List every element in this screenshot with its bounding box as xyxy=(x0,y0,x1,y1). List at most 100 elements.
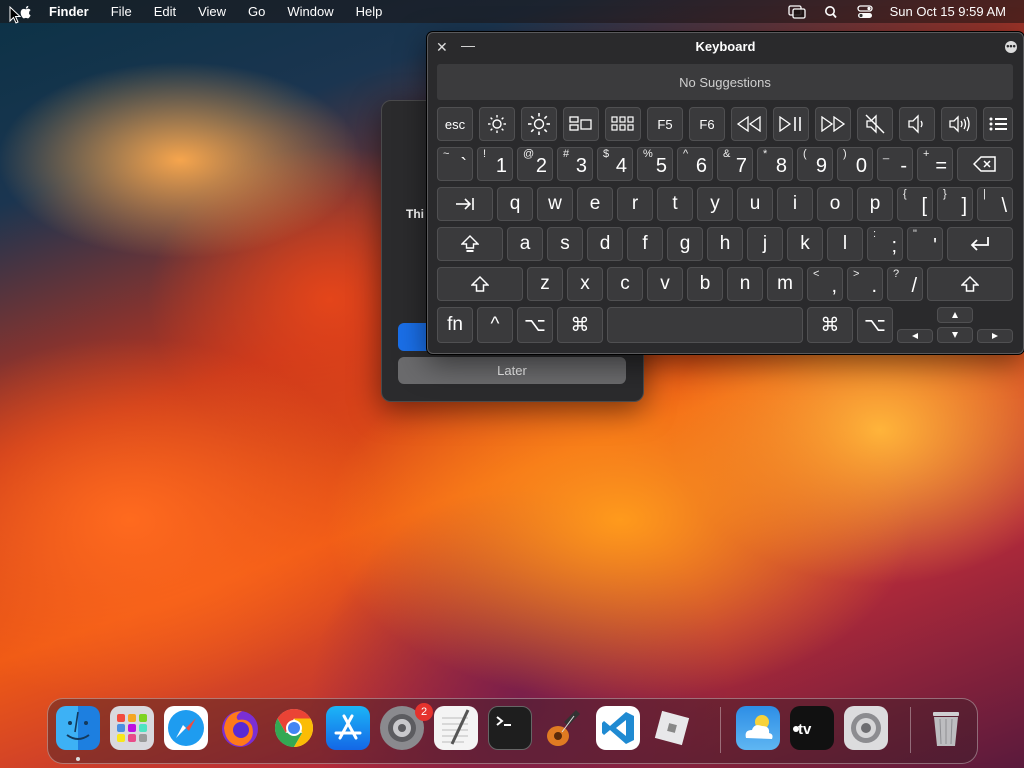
chrome-icon[interactable] xyxy=(272,706,316,750)
key-left-option[interactable]: ⌥ xyxy=(517,307,553,343)
key-fn[interactable]: fn xyxy=(437,307,473,343)
key-a[interactable]: a xyxy=(507,227,543,261)
menu-help[interactable]: Help xyxy=(345,4,394,19)
firefox-icon[interactable] xyxy=(218,706,262,750)
key-o[interactable]: o xyxy=(817,187,853,221)
key-d[interactable]: d xyxy=(587,227,623,261)
key-v[interactable]: v xyxy=(647,267,683,301)
menu-go[interactable]: Go xyxy=(237,4,276,19)
terminal-icon[interactable] xyxy=(488,706,532,750)
later-button[interactable]: Later xyxy=(398,357,626,384)
menu-clock[interactable]: Sun Oct 15 9:59 AM xyxy=(890,4,1006,19)
control-center-icon[interactable] xyxy=(856,4,874,19)
mute-icon[interactable] xyxy=(857,107,893,141)
key-f5[interactable]: F5 xyxy=(647,107,683,141)
launchpad-app-icon[interactable] xyxy=(110,706,154,750)
key-minus[interactable]: _ - xyxy=(877,147,913,181)
key-s[interactable]: s xyxy=(547,227,583,261)
key-f6[interactable]: F6 xyxy=(689,107,725,141)
caps-lock-key-icon[interactable] xyxy=(437,227,503,261)
launchpad-icon[interactable] xyxy=(605,107,641,141)
menu-view[interactable]: View xyxy=(187,4,237,19)
delete-key-icon[interactable] xyxy=(957,147,1013,181)
rewind-icon[interactable] xyxy=(731,107,767,141)
key-t[interactable]: t xyxy=(657,187,693,221)
volume-down-icon[interactable] xyxy=(899,107,935,141)
safari-icon[interactable] xyxy=(164,706,208,750)
key-5[interactable]: % 5 xyxy=(637,147,673,181)
apple-tv-icon[interactable]: tv xyxy=(790,706,834,750)
key-e[interactable]: e xyxy=(577,187,613,221)
key-p[interactable]: p xyxy=(857,187,893,221)
left-shift-key-icon[interactable] xyxy=(437,267,523,301)
key-9[interactable]: (9 xyxy=(797,147,833,181)
key-slash[interactable]: ? / xyxy=(887,267,923,301)
key-l[interactable]: l xyxy=(827,227,863,261)
key-right-option[interactable]: ⌥ xyxy=(857,307,893,343)
arrow-right-icon[interactable] xyxy=(977,329,1013,343)
key-g[interactable]: g xyxy=(667,227,703,261)
key-right-command[interactable]: ⌘ xyxy=(807,307,853,343)
roblox-icon[interactable] xyxy=(650,706,694,750)
key-left-command[interactable]: ⌘ xyxy=(557,307,603,343)
key-j[interactable]: j xyxy=(747,227,783,261)
key-control[interactable]: ^ xyxy=(477,307,513,343)
finder-icon[interactable] xyxy=(56,706,100,750)
key-6[interactable]: ^ 6 xyxy=(677,147,713,181)
key-7[interactable]: & 7 xyxy=(717,147,753,181)
arrow-down-icon[interactable] xyxy=(937,327,973,343)
key-m[interactable]: m xyxy=(767,267,803,301)
key-8[interactable]: * 8 xyxy=(757,147,793,181)
menu-file[interactable]: File xyxy=(100,4,143,19)
arrow-up-icon[interactable] xyxy=(937,307,973,323)
key-left-bracket[interactable]: {[ xyxy=(897,187,933,221)
key-b[interactable]: b xyxy=(687,267,723,301)
play-pause-icon[interactable] xyxy=(773,107,809,141)
key-k[interactable]: k xyxy=(787,227,823,261)
arrow-left-icon[interactable] xyxy=(897,329,933,343)
list-icon[interactable] xyxy=(983,107,1013,141)
key-equals[interactable]: + = xyxy=(917,147,953,181)
key-x[interactable]: x xyxy=(567,267,603,301)
key-h[interactable]: h xyxy=(707,227,743,261)
key-semicolon[interactable]: :; xyxy=(867,227,903,261)
garageband-icon[interactable] xyxy=(542,706,586,750)
spotlight-search-icon[interactable] xyxy=(822,5,840,19)
textedit-icon[interactable] xyxy=(434,706,478,750)
key-backslash[interactable]: | \ xyxy=(977,187,1013,221)
volume-up-icon[interactable] xyxy=(941,107,977,141)
options-menu-icon[interactable]: ••• xyxy=(1005,41,1017,53)
fast-forward-icon[interactable] xyxy=(815,107,851,141)
brightness-up-icon[interactable] xyxy=(521,107,557,141)
key-period[interactable]: >. xyxy=(847,267,883,301)
brightness-down-icon[interactable] xyxy=(479,107,515,141)
key-esc[interactable]: esc xyxy=(437,107,473,141)
key-n[interactable]: n xyxy=(727,267,763,301)
right-shift-key-icon[interactable] xyxy=(927,267,1013,301)
key-backtick[interactable]: ~ ` xyxy=(437,147,473,181)
key-0[interactable]: ) 0 xyxy=(837,147,873,181)
key-3[interactable]: #3 xyxy=(557,147,593,181)
key-w[interactable]: w xyxy=(537,187,573,221)
screen-mirroring-icon[interactable] xyxy=(787,4,806,19)
system-preferences-icon[interactable] xyxy=(844,706,888,750)
key-r[interactable]: r xyxy=(617,187,653,221)
return-key-icon[interactable] xyxy=(947,227,1013,261)
mission-control-icon[interactable] xyxy=(563,107,599,141)
vscode-icon[interactable] xyxy=(596,706,640,750)
key-f[interactable]: f xyxy=(627,227,663,261)
key-2[interactable]: @2 xyxy=(517,147,553,181)
key-1[interactable]: ! 1 xyxy=(477,147,513,181)
key-right-bracket[interactable]: }] xyxy=(937,187,973,221)
key-space[interactable] xyxy=(607,307,803,343)
weather-icon[interactable] xyxy=(736,706,780,750)
menu-window[interactable]: Window xyxy=(276,4,344,19)
key-c[interactable]: c xyxy=(607,267,643,301)
key-quote[interactable]: " ' xyxy=(907,227,943,261)
key-comma[interactable]: <, xyxy=(807,267,843,301)
tab-key-icon[interactable] xyxy=(437,187,493,221)
key-z[interactable]: z xyxy=(527,267,563,301)
menu-app-name[interactable]: Finder xyxy=(38,4,100,19)
key-q[interactable]: q xyxy=(497,187,533,221)
key-i[interactable]: i xyxy=(777,187,813,221)
